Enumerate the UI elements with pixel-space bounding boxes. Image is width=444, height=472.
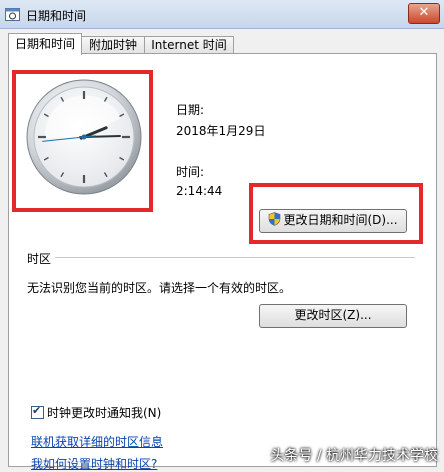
- uac-shield-icon: [269, 212, 281, 226]
- date-label: 日期:: [176, 103, 205, 117]
- date-value: 2018年1月29日: [176, 124, 266, 138]
- checkmark-icon: ✔: [32, 404, 42, 417]
- change-date-time-button-label: 更改日期和时间(D)...: [283, 213, 398, 227]
- online-timezone-info-link[interactable]: 联机获取详细的时区信息: [31, 433, 163, 450]
- tab-additional-clocks[interactable]: 附加时钟: [81, 36, 145, 54]
- time-label: 时间:: [176, 165, 205, 179]
- watermark: 头条号 / 杭州华力技术学校: [270, 448, 438, 464]
- change-timezone-button[interactable]: 更改时区(Z)...: [259, 304, 407, 328]
- notify-checkbox[interactable]: ✔: [31, 404, 44, 419]
- timezone-section-label: 时区: [27, 252, 52, 266]
- tab-panel: 日期: 2018年1月29日 时间: 2:14:44 更改日期和时间(D)...…: [8, 53, 437, 471]
- clock-calendar-icon: [5, 8, 20, 21]
- change-date-time-button[interactable]: 更改日期和时间(D)...: [259, 209, 407, 233]
- tab-date-time[interactable]: 日期和时间: [8, 33, 82, 55]
- close-button[interactable]: ✕: [408, 3, 440, 24]
- analog-clock: [26, 79, 142, 195]
- timezone-message: 无法识别您当前的时区。请选择一个有效的时区。: [27, 281, 292, 295]
- title-bar: 日期和时间 ✕: [0, 0, 444, 29]
- clock-center-pin: [81, 134, 87, 140]
- time-value: 2:14:44: [176, 184, 223, 198]
- tab-internet-time[interactable]: Internet 时间: [144, 36, 234, 54]
- timezone-divider: [55, 257, 415, 258]
- notify-checkbox-label[interactable]: 时钟更改时通知我(N): [47, 404, 161, 421]
- how-to-set-clock-link[interactable]: 我如何设置时钟和时区?: [31, 455, 157, 472]
- window-title: 日期和时间: [26, 9, 87, 23]
